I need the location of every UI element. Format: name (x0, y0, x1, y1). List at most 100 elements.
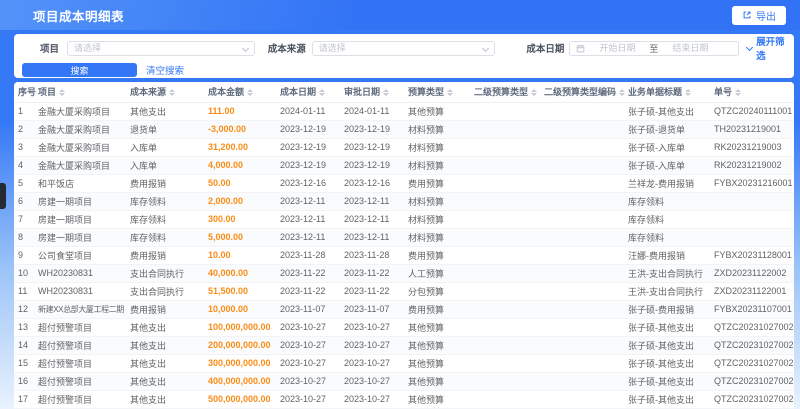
cell-index: 8 (14, 228, 38, 247)
table-row: 7 房建一期项目 库存领料 300.00 2023-12-11 2023-12-11 材料预… (14, 210, 794, 229)
cell-doc-title: 库存领料 (628, 228, 714, 247)
col-header-cost-amount[interactable]: 成本金额 (208, 82, 280, 103)
cell-cost-date: 2023-10-27 (280, 390, 344, 409)
cost-date-range-picker[interactable]: 至 (569, 40, 740, 56)
project-select-input[interactable] (74, 43, 240, 53)
cell-index: 7 (14, 210, 38, 229)
col-header-budget-type-l2[interactable]: 二级预算类型 (474, 82, 544, 103)
export-icon (743, 11, 751, 19)
cell-budget-type-l2 (474, 264, 544, 283)
cell-budget-type-l2 (474, 120, 544, 139)
sort-icon[interactable] (735, 89, 742, 97)
cell-budget-type-l2-code (544, 192, 628, 211)
cell-cost-date: 2023-12-19 (280, 138, 344, 157)
cell-budget-type-l2-code (544, 336, 628, 355)
cell-approval-date: 2023-11-07 (344, 300, 408, 319)
cell-cost-source: 其他支出 (130, 318, 208, 337)
sort-icon[interactable] (619, 89, 626, 97)
table-row: 15 超付预警项目 其他支出 300,000,000.00 2023-10-27 2023… (14, 354, 794, 373)
cell-index: 5 (14, 174, 38, 193)
cell-doc-title: 王洪-支出合同执行 (628, 282, 714, 301)
cell-budget-type: 材料预算 (408, 228, 474, 247)
cost-source-select[interactable] (311, 40, 496, 56)
cell-cost-amount: 40,000.00 (208, 264, 280, 283)
project-filter-label: 项目 (40, 44, 60, 55)
cell-doc-title: 张子硕-入库单 (628, 138, 714, 157)
cell-doc-title: 库存领料 (628, 192, 714, 211)
cell-doc-title: 张子硕-入库单 (628, 156, 714, 175)
cell-project: 房建一期项目 (38, 210, 130, 229)
cell-project: 超付预警项目 (38, 318, 130, 337)
cell-cost-amount: 50.00 (208, 174, 280, 193)
cell-cost-amount: 500,000,000.00 (208, 390, 280, 409)
cost-table: 序号 项目 成本来源 成本金额 成本日期 审批日期 预算类型 二级预算类型 二级预算类型编码 业务… (14, 82, 794, 409)
col-header-doc-no[interactable]: 单号 (714, 82, 794, 103)
cost-source-filter-label: 成本来源 (267, 44, 306, 55)
table-row: 10 WH20230831 支出合同执行 40,000.00 2023-11-22 202… (14, 264, 794, 283)
cell-cost-date: 2023-11-28 (280, 246, 344, 265)
col-header-approval-date[interactable]: 审批日期 (344, 82, 408, 103)
cell-cost-amount: 10,000.00 (208, 300, 280, 319)
col-header-cost-source[interactable]: 成本来源 (130, 82, 208, 103)
search-button[interactable]: 搜索 (22, 63, 137, 77)
sort-icon[interactable] (247, 89, 254, 97)
cell-cost-source: 支出合同执行 (130, 282, 208, 301)
sort-icon[interactable] (383, 89, 390, 97)
cell-cost-amount: 5,000.00 (208, 228, 280, 247)
cell-budget-type-l2 (474, 336, 544, 355)
col-header-label: 成本来源 (130, 87, 167, 98)
col-header-doc-title[interactable]: 业务单据标题 (628, 82, 714, 103)
cell-budget-type: 材料预算 (408, 120, 474, 139)
cost-source-select-input[interactable] (318, 43, 481, 53)
cell-project: 金融大厦采购项目 (38, 120, 130, 139)
cell-budget-type-l2 (474, 300, 544, 319)
project-select[interactable] (67, 40, 255, 56)
cell-project: WH20230831 (38, 282, 130, 301)
table-row: 12 新建XX总部大厦工程二期 费用报销 10,000.00 2023-11-07 202… (14, 300, 794, 319)
cell-cost-amount: 10.00 (208, 246, 280, 265)
col-header-cost-date[interactable]: 成本日期 (280, 82, 344, 103)
cell-approval-date: 2023-11-22 (344, 282, 408, 301)
export-button[interactable]: 导出 (732, 5, 786, 25)
cell-doc-no: ZXD20231122001 (714, 282, 794, 301)
col-header-label: 审批日期 (344, 87, 381, 98)
cell-index: 12 (14, 300, 38, 319)
col-header-budget-type-l2-code[interactable]: 二级预算类型编码 (544, 82, 628, 103)
cell-index: 11 (14, 282, 38, 301)
cell-doc-no: TH20231219001 (714, 120, 794, 139)
cell-budget-type: 其他预算 (408, 336, 474, 355)
cell-budget-type-l2-code (544, 138, 628, 157)
cell-cost-amount: 31,200.00 (208, 138, 280, 157)
table-row: 2 金融大厦采购项目 退货单 -3,000.00 2023-12-19 2023-12-1… (14, 120, 794, 139)
cell-doc-no: FYBX20231107001 (714, 300, 794, 319)
cell-cost-date: 2023-12-19 (280, 120, 344, 139)
sort-icon[interactable] (447, 89, 454, 97)
clear-search-link[interactable]: 清空搜索 (146, 63, 184, 77)
col-header-project[interactable]: 项目 (38, 82, 130, 103)
cell-cost-date: 2023-12-11 (280, 192, 344, 211)
cell-index: 9 (14, 246, 38, 265)
cell-cost-amount: 51,500.00 (208, 282, 280, 301)
side-widget-handle[interactable] (0, 183, 6, 209)
cell-index: 17 (14, 390, 38, 409)
sort-icon[interactable] (685, 89, 692, 97)
sort-icon[interactable] (319, 89, 326, 97)
col-header-label: 业务单据标题 (628, 87, 683, 98)
cell-budget-type-l2 (474, 228, 544, 247)
expand-filter-link[interactable]: 展开筛选 (746, 34, 794, 62)
sort-icon[interactable] (59, 89, 66, 97)
sort-icon[interactable] (169, 89, 176, 97)
cell-index: 4 (14, 156, 38, 175)
cell-budget-type-l2-code (544, 156, 628, 175)
end-date-input[interactable] (661, 43, 720, 53)
cell-project: 公司食堂项目 (38, 246, 130, 265)
cell-project: 超付预警项目 (38, 372, 130, 391)
cost-date-filter-label: 成本日期 (526, 44, 565, 55)
col-header-budget-type[interactable]: 预算类型 (408, 82, 474, 103)
sort-icon[interactable] (531, 89, 538, 97)
cell-budget-type: 材料预算 (408, 156, 474, 175)
cell-cost-source: 其他支出 (130, 372, 208, 391)
start-date-input[interactable] (588, 43, 647, 53)
table-header-row: 序号 项目 成本来源 成本金额 成本日期 审批日期 预算类型 二级预算类型 二级预算类型编码 业务… (14, 82, 794, 103)
cell-budget-type: 材料预算 (408, 192, 474, 211)
